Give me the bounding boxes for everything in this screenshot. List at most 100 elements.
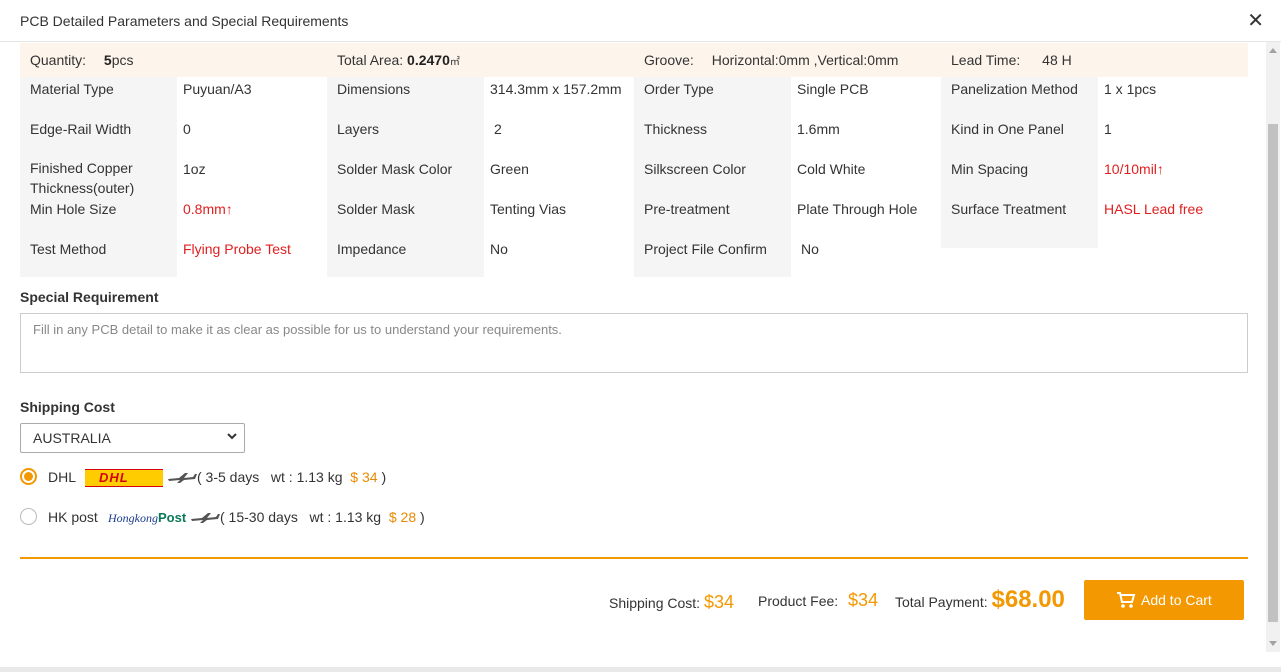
param-label: Layers bbox=[337, 121, 380, 137]
country-select[interactable]: AUSTRALIA bbox=[20, 423, 245, 453]
shipping-option-details: ( 3-5 days wt : 1.13 kg $ 34 ) bbox=[197, 469, 387, 485]
shipping-option-details: ( 15-30 days wt : 1.13 kg $ 28 ) bbox=[220, 509, 425, 525]
param-value: 1 x 1pcs bbox=[1104, 81, 1157, 97]
quantity-label: Quantity: bbox=[30, 52, 87, 68]
bottom-edge bbox=[0, 667, 1281, 672]
param-value: 0 bbox=[183, 121, 191, 137]
param-value: 2 bbox=[494, 121, 502, 137]
param-value-highlight: 0.8mm↑ bbox=[183, 201, 233, 217]
param-value-highlight: HASL Lead free bbox=[1104, 201, 1204, 217]
param-label: Thickness bbox=[644, 121, 708, 137]
radio-selected[interactable] bbox=[20, 468, 37, 485]
param-value: Green bbox=[490, 161, 529, 177]
param-label: Silkscreen Color bbox=[644, 161, 746, 177]
product-fee-label: Product Fee: bbox=[758, 593, 839, 609]
shipping-option-name: DHL bbox=[48, 469, 77, 485]
scrollbar[interactable] bbox=[1266, 42, 1280, 652]
param-value: No bbox=[801, 241, 819, 257]
total-payment-value: $68.00 bbox=[991, 586, 1065, 613]
shipping-weight: wt : 1.13 kg bbox=[309, 509, 382, 525]
param-label: Finished Copper bbox=[30, 160, 133, 176]
param-label: Panelization Method bbox=[951, 81, 1078, 97]
lead-time-label: Lead Time: bbox=[951, 52, 1021, 68]
area-unit: ㎡ bbox=[449, 57, 460, 68]
product-fee-summary: Product Fee: $34 bbox=[758, 590, 878, 611]
param-value: Tenting Vias bbox=[490, 201, 567, 217]
lead-time-value: 48 bbox=[1042, 52, 1058, 68]
param-label: Surface Treatment bbox=[951, 201, 1067, 217]
close-icon[interactable]: ✕ bbox=[1247, 10, 1264, 32]
shipping-option-dhl[interactable]: DHL DHL ( 3-5 days wt : 1.13 kg $ 34 ) bbox=[20, 467, 420, 489]
param-label: Impedance bbox=[337, 241, 407, 257]
special-requirement-placeholder: Fill in any PCB detail to make it as cle… bbox=[33, 322, 562, 337]
dialog-header: PCB Detailed Parameters and Special Requ… bbox=[0, 0, 1281, 42]
param-value: Plate Through Hole bbox=[797, 201, 918, 217]
dhl-logo: DHL bbox=[85, 469, 163, 487]
shipping-weight: wt : 1.13 kg bbox=[270, 469, 343, 485]
scrollbar-thumb[interactable] bbox=[1268, 124, 1278, 622]
param-label: Pre-treatment bbox=[644, 201, 730, 217]
param-value: Cold White bbox=[797, 161, 866, 177]
special-requirement-title: Special Requirement bbox=[20, 289, 159, 305]
param-label: Order Type bbox=[644, 81, 714, 97]
shipping-option-name: HK post bbox=[48, 509, 98, 525]
country-select-value: AUSTRALIA bbox=[33, 430, 111, 446]
shipping-cost-title: Shipping Cost bbox=[20, 399, 115, 415]
shipping-price: $ 34 bbox=[350, 469, 378, 485]
groove-value: Horizontal:0mm ,Vertical:0mm bbox=[711, 52, 899, 68]
groove-label: Groove: bbox=[644, 52, 694, 68]
param-value: Puyuan/A3 bbox=[183, 81, 252, 97]
param-label: Material Type bbox=[30, 81, 114, 97]
param-label: Solder Mask bbox=[337, 201, 415, 217]
hongkong-post-logo: HongkongPost bbox=[108, 510, 187, 525]
param-label: Project File Confirm bbox=[644, 241, 767, 257]
param-value: Single PCB bbox=[797, 81, 869, 97]
shipping-days: ( 3-5 days bbox=[197, 469, 260, 485]
param-label: Solder Mask Color bbox=[337, 161, 453, 177]
param-label: Edge-Rail Width bbox=[30, 121, 132, 137]
param-label: Min Spacing bbox=[951, 161, 1029, 177]
param-label: Kind in One Panel bbox=[951, 121, 1064, 137]
param-label: Dimensions bbox=[337, 81, 411, 97]
area-summary: Total Area: 0.2470㎡ bbox=[337, 52, 460, 68]
param-label: Min Hole Size bbox=[30, 201, 117, 217]
param-value: No bbox=[490, 241, 508, 257]
total-payment-summary: Total Payment: $68.00 bbox=[895, 586, 1065, 614]
scroll-up-arrow-icon[interactable] bbox=[1269, 48, 1277, 53]
area-value: 0.2470 bbox=[407, 52, 450, 68]
dialog-title: PCB Detailed Parameters and Special Requ… bbox=[20, 13, 349, 29]
shipping-option-hkpost[interactable]: HK post HongkongPost ( 15-30 days wt : 1… bbox=[20, 507, 440, 529]
total-payment-label: Total Payment: bbox=[895, 594, 988, 610]
param-label: Test Method bbox=[30, 241, 107, 257]
lead-time-unit: H bbox=[1061, 52, 1072, 68]
param-value: 1oz bbox=[183, 161, 206, 177]
shipping-cost-summary: Shipping Cost: $34 bbox=[609, 592, 734, 613]
airplane-icon bbox=[191, 513, 220, 523]
product-fee-value: $34 bbox=[848, 590, 879, 610]
param-value: 314.3mm x 157.2mm bbox=[490, 81, 622, 97]
shipping-cost-label: Shipping Cost: bbox=[609, 595, 701, 611]
shipping-price: $ 28 bbox=[388, 509, 417, 525]
groove-summary: Groove: Horizontal:0mm ,Vertical:0mm bbox=[644, 52, 898, 68]
divider bbox=[20, 557, 1248, 559]
quantity-unit: pcs bbox=[111, 52, 134, 68]
param-label-line2: Thickness(outer) bbox=[30, 180, 135, 196]
airplane-icon bbox=[168, 473, 197, 483]
add-to-cart-button[interactable]: Add to Cart bbox=[1084, 580, 1244, 620]
param-value-highlight: Flying Probe Test bbox=[183, 241, 291, 257]
special-requirement-textarea[interactable]: Fill in any PCB detail to make it as cle… bbox=[20, 313, 1248, 373]
scroll-down-arrow-icon[interactable] bbox=[1269, 641, 1277, 646]
chevron-down-icon bbox=[227, 433, 237, 440]
lead-time-summary: Lead Time: 48 H bbox=[951, 52, 1072, 68]
order-summary-bar: Quantity: 5pcs Total Area: 0.2470㎡ Groov… bbox=[20, 43, 1248, 77]
radio-unselected[interactable] bbox=[20, 508, 37, 525]
param-value-highlight: 10/10mil↑ bbox=[1104, 161, 1164, 177]
cart-icon bbox=[1117, 592, 1136, 608]
add-to-cart-label: Add to Cart bbox=[1141, 592, 1212, 608]
area-label: Total Area: bbox=[337, 52, 404, 68]
quantity-value: 5 bbox=[103, 52, 112, 68]
param-value: 1.6mm bbox=[797, 121, 840, 137]
shipping-days: ( 15-30 days bbox=[220, 509, 298, 525]
shipping-cost-value: $34 bbox=[703, 592, 734, 612]
quantity-summary: Quantity: 5pcs bbox=[30, 52, 134, 68]
